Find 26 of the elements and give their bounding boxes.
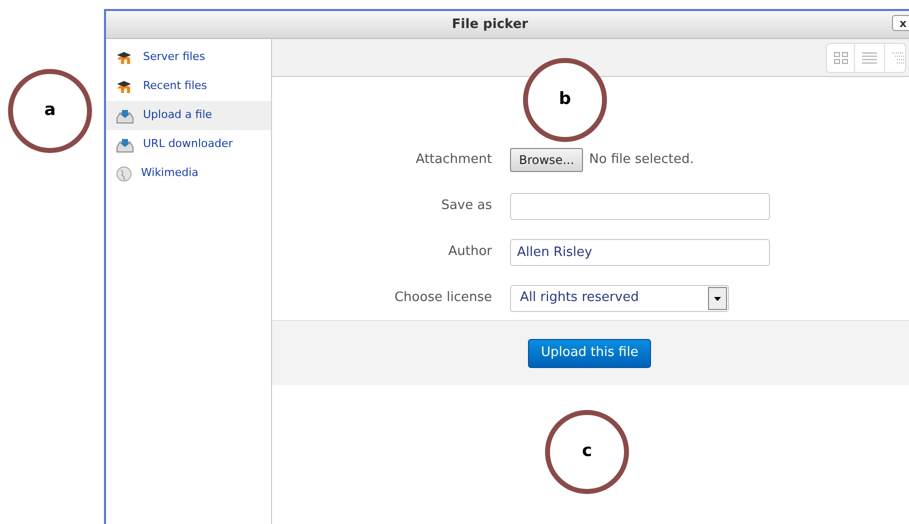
license-label: Choose license: [393, 289, 493, 308]
sidebar-label: Upload a file: [143, 107, 212, 124]
sidebar-label: Recent files: [143, 78, 207, 94]
sidebar-label: URL downloader: [143, 136, 233, 152]
sidebar-item[interactable]: Wikimedia: [106, 159, 271, 188]
save-as-label: Save as: [440, 197, 493, 216]
upload-button[interactable]: Upload this file: [528, 338, 652, 368]
dropdown-caret-icon: [708, 286, 727, 310]
globe-icon: [116, 166, 132, 182]
author-field[interactable]: Allen Risley: [510, 238, 770, 266]
sidebar-item[interactable]: URL downloader: [106, 130, 271, 159]
browse-button[interactable]: Browse...: [510, 148, 584, 172]
sidebar-label: Wikimedia: [141, 165, 198, 182]
window-title: File picker: [452, 16, 528, 34]
author-label: Author: [447, 243, 493, 262]
tray-arrow-icon: [116, 108, 134, 124]
tray-arrow-icon: [116, 136, 134, 152]
close-button[interactable]: x: [892, 15, 909, 31]
sidebar-item[interactable]: Upload a file: [106, 101, 271, 130]
save-as-field[interactable]: [510, 192, 770, 220]
attachment-label: Attachment: [414, 151, 493, 170]
sidebar-label: Server files: [143, 49, 206, 66]
sidebar-item[interactable]: Recent files: [106, 72, 271, 101]
sidebar-item[interactable]: Server files: [106, 43, 271, 72]
license-dropdown[interactable]: All rights reserved: [510, 284, 729, 312]
file-status: No file selected.: [589, 151, 694, 170]
